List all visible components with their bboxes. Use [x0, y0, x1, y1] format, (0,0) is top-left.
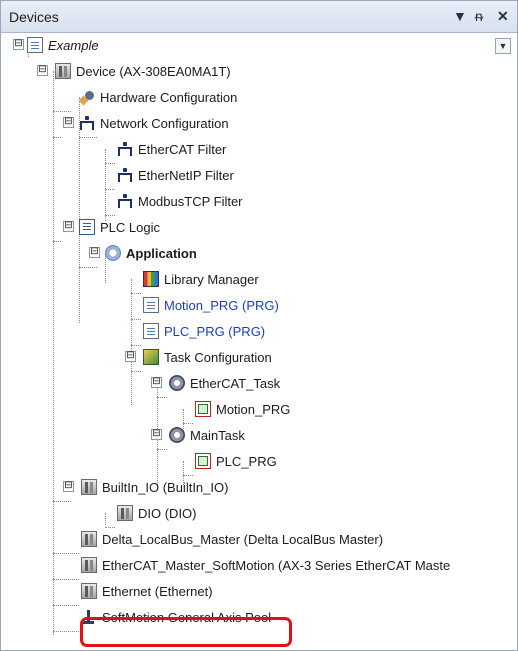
tree-item-label: BuiltIn_IO (BuiltIn_IO): [102, 479, 229, 495]
task-config-icon: [143, 349, 159, 365]
collapse-icon[interactable]: ⊟: [63, 117, 74, 128]
task-icon: [169, 375, 185, 391]
network-icon: [117, 141, 133, 157]
library-icon: [143, 271, 159, 287]
tree-item-label: EtherCAT Filter: [138, 141, 227, 157]
tree-item-label: Task Configuration: [164, 349, 272, 365]
tree-item-example[interactable]: ⊟ Example: [13, 34, 99, 56]
panel-titlebar: Devices ▼ ᵰ ✕: [1, 1, 517, 33]
tree-item-device[interactable]: ⊟ Device (AX-308EA0MA1T): [37, 60, 231, 82]
collapse-icon[interactable]: ⊟: [151, 377, 162, 388]
tree-item-label: Application: [126, 245, 197, 261]
devices-panel: Devices ▼ ᵰ ✕ ⊟ Example ▼ ⊟ Device (AX-3…: [0, 0, 518, 651]
tree-item-ethercat-filter[interactable]: EtherCAT Filter: [117, 138, 226, 160]
tree-item-label: Motion_PRG: [216, 401, 291, 417]
collapse-icon[interactable]: ⊟: [151, 429, 162, 440]
tree-item-label: Ethernet (Ethernet): [102, 583, 213, 599]
tree-item-library-manager[interactable]: Library Manager: [143, 268, 259, 290]
panel-menu-dropdown-icon[interactable]: ▼: [453, 7, 467, 25]
network-icon: [117, 193, 133, 209]
tree-item-label: SoftMotion General Axis Pool: [102, 609, 272, 625]
tree-item-delta-localbus-master[interactable]: Delta_LocalBus_Master (Delta LocalBus Ma…: [81, 528, 383, 550]
task-icon: [169, 427, 185, 443]
device-icon: [55, 63, 71, 79]
tree-item-hardware-configuration[interactable]: Hardware Configuration: [79, 86, 237, 108]
tree-item-network-configuration[interactable]: ⊟ Network Configuration: [63, 112, 229, 134]
tree-item-label: Library Manager: [164, 271, 259, 287]
tree-item-label: Device (AX-308EA0MA1T): [76, 63, 231, 79]
device-icon: [81, 583, 97, 599]
program-call-icon: [195, 401, 211, 417]
plc-logic-icon: [79, 219, 95, 235]
tree-item-label: EtherCAT_Task: [190, 375, 281, 391]
tree-item-modbustcp-filter[interactable]: ModbusTCP Filter: [117, 190, 243, 212]
collapse-icon[interactable]: ⊟: [63, 481, 74, 492]
tree-item-motion-prg[interactable]: Motion_PRG (PRG): [143, 294, 279, 316]
pin-icon[interactable]: ᵰ: [475, 7, 483, 25]
panel-title: Devices: [9, 9, 59, 25]
tree-item-dio[interactable]: DIO (DIO): [117, 502, 197, 524]
hardware-config-icon: [79, 89, 95, 105]
tree-item-motion-prg-call[interactable]: Motion_PRG: [195, 398, 290, 420]
tree-item-label: Example: [48, 37, 99, 53]
tree-item-label: Motion_PRG (PRG): [164, 297, 279, 313]
tree-item-label: Hardware Configuration: [100, 89, 238, 105]
collapse-icon[interactable]: ⊟: [63, 221, 74, 232]
axis-pool-icon: [81, 609, 97, 625]
tree-item-label: Delta_LocalBus_Master (Delta LocalBus Ma…: [102, 531, 384, 547]
device-tree[interactable]: ⊟ Example ▼ ⊟ Device (AX-308EA0MA1T) Har…: [1, 33, 517, 650]
tree-item-ethercat-task[interactable]: ⊟ EtherCAT_Task: [151, 372, 280, 394]
tree-item-label: MainTask: [190, 427, 245, 443]
tree-dropdown-icon[interactable]: ▼: [495, 38, 511, 54]
device-icon: [81, 557, 97, 573]
application-icon: [105, 245, 121, 261]
tree-item-builtin-io[interactable]: ⊟ BuiltIn_IO (BuiltIn_IO): [63, 476, 228, 498]
tree-item-plc-prg-call[interactable]: PLC_PRG: [195, 450, 277, 472]
device-icon: [81, 479, 97, 495]
tree-item-task-configuration[interactable]: ⊟ Task Configuration: [125, 346, 272, 368]
network-icon: [79, 115, 95, 131]
tree-item-application[interactable]: ⊟ Application: [89, 242, 197, 264]
tree-item-label: PLC_PRG (PRG): [164, 323, 266, 339]
device-icon: [117, 505, 133, 521]
close-icon[interactable]: ✕: [497, 7, 509, 25]
collapse-icon[interactable]: ⊟: [89, 247, 100, 258]
collapse-icon[interactable]: ⊟: [13, 39, 24, 50]
program-page-icon: [143, 323, 159, 339]
tree-item-label: ModbusTCP Filter: [138, 193, 243, 209]
tree-item-ethernet[interactable]: Ethernet (Ethernet): [81, 580, 213, 602]
collapse-icon[interactable]: ⊟: [125, 351, 136, 362]
tree-item-label: PLC Logic: [100, 219, 160, 235]
tree-item-label: EtherNetIP Filter: [138, 167, 234, 183]
network-icon: [117, 167, 133, 183]
device-icon: [81, 531, 97, 547]
tree-item-label: DIO (DIO): [138, 505, 197, 521]
project-icon: [27, 37, 43, 53]
collapse-icon[interactable]: ⊟: [37, 65, 48, 76]
tree-item-plc-logic[interactable]: ⊟ PLC Logic: [63, 216, 160, 238]
program-page-icon: [143, 297, 159, 313]
tree-item-ethernetip-filter[interactable]: EtherNetIP Filter: [117, 164, 234, 186]
tree-item-label: PLC_PRG: [216, 453, 277, 469]
tree-item-maintask[interactable]: ⊟ MainTask: [151, 424, 245, 446]
tree-item-ethercat-master-softmotion[interactable]: EtherCAT_Master_SoftMotion (AX-3 Series …: [81, 554, 450, 576]
tree-item-plc-prg[interactable]: PLC_PRG (PRG): [143, 320, 265, 342]
tree-item-softmotion-axis-pool[interactable]: SoftMotion General Axis Pool: [81, 606, 271, 628]
tree-item-label: Network Configuration: [100, 115, 229, 131]
tree-item-label: EtherCAT_Master_SoftMotion (AX-3 Series …: [102, 557, 451, 573]
program-call-icon: [195, 453, 211, 469]
